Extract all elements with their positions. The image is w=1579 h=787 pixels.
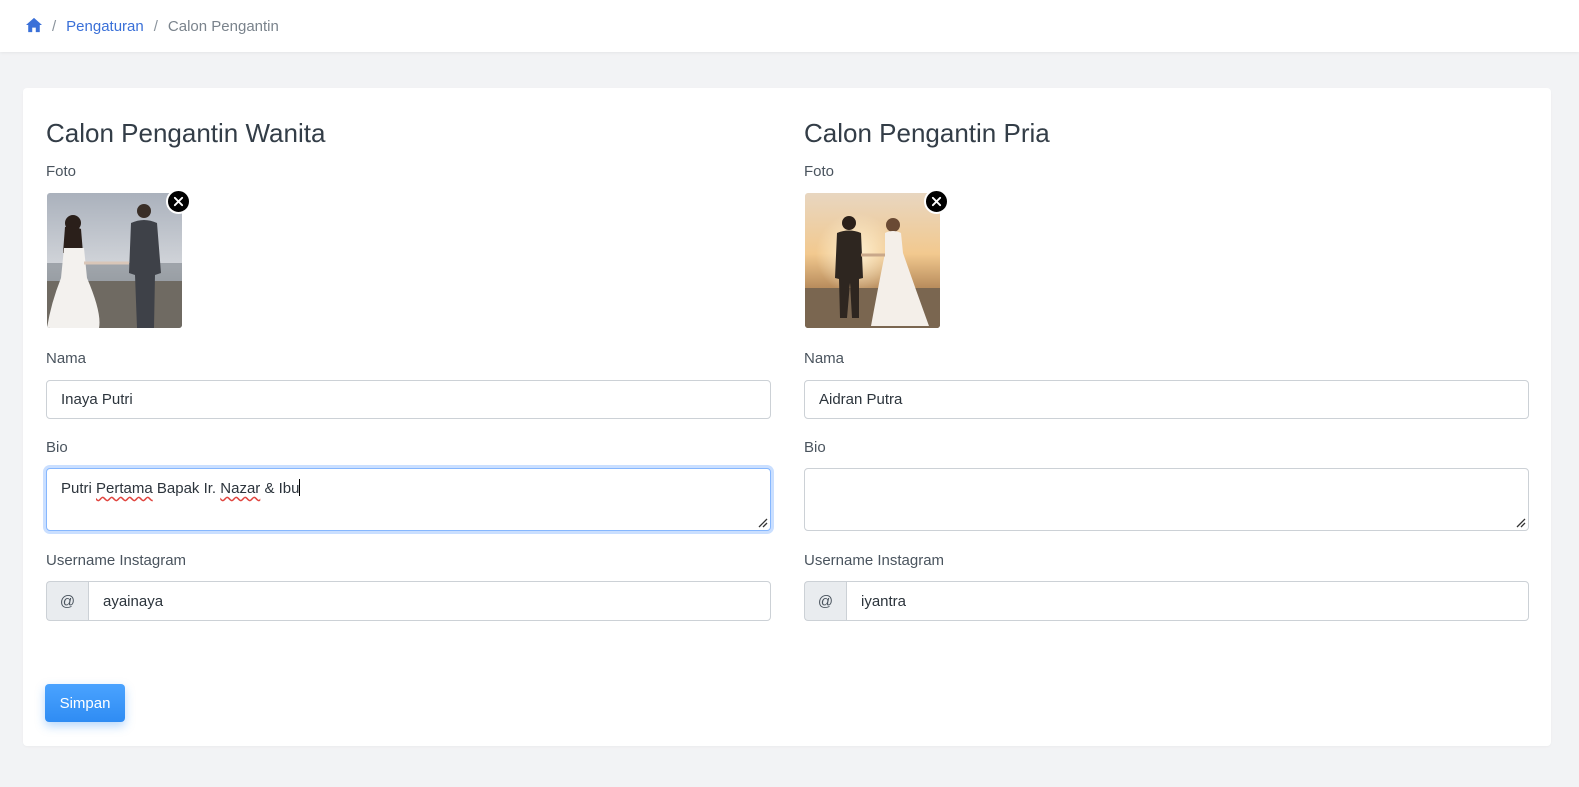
groom-instagram-group: @ [804,581,1529,621]
at-sign-addon: @ [46,581,88,621]
close-icon [173,196,184,207]
resize-grip-icon[interactable] [1514,516,1526,528]
breadcrumb-separator: / [153,17,158,35]
bride-instagram-label: Username Instagram [46,552,187,569]
groom-name-label: Nama [804,350,845,367]
bride-name-label: Nama [46,350,87,367]
text-caret [299,479,301,496]
groom-photo-remove-button[interactable] [924,189,949,214]
bride-bio-field[interactable]: Putri Pertama Bapak Ir. Nazar & Ibu [46,468,771,531]
bride-photo-label: Foto [46,163,77,180]
bride-photo[interactable] [47,193,182,328]
breadcrumb-separator: / [52,17,57,35]
groom-instagram-label: Username Instagram [804,552,945,569]
bride-heading: Calon Pengantin Wanita [46,118,326,148]
bride-photo-remove-button[interactable] [166,189,191,214]
home-icon[interactable] [25,17,43,35]
breadcrumb: / Pengaturan / Calon Pengantin [0,0,1579,52]
groom-bio-label: Bio [804,439,826,456]
groom-photo[interactable] [805,193,940,328]
breadcrumb-link-pengaturan[interactable]: Pengaturan [66,18,144,35]
groom-instagram-input[interactable] [846,581,1529,621]
bride-instagram-input[interactable] [88,581,771,621]
bride-bio-label: Bio [46,439,68,456]
bride-bio-textarea[interactable]: Putri Pertama Bapak Ir. Nazar & Ibu [46,468,771,531]
bio-text-part: Nazar [220,480,261,497]
breadcrumb-current: Calon Pengantin [167,17,279,35]
bio-text-part: Putri [61,480,97,497]
bride-name-input[interactable] [46,380,771,419]
groom-name-input[interactable] [804,380,1529,419]
bio-text-part: Bapak Ir. [152,480,221,497]
groom-bio-field[interactable] [804,468,1529,531]
save-button[interactable]: Simpan [45,684,125,722]
resize-grip-icon[interactable] [756,516,768,528]
close-icon [931,196,942,207]
bio-text-part: Pertama [96,480,153,497]
form-card: Calon Pengantin Wanita Foto Nama Inaya P… [23,88,1551,746]
at-sign-addon: @ [804,581,846,621]
groom-photo-label: Foto [804,163,835,180]
bio-text-part: & Ibu [260,480,300,497]
bride-instagram-group: @ [46,581,771,621]
groom-heading: Calon Pengantin Pria [804,118,1050,148]
groom-bio-textarea[interactable] [804,468,1529,531]
